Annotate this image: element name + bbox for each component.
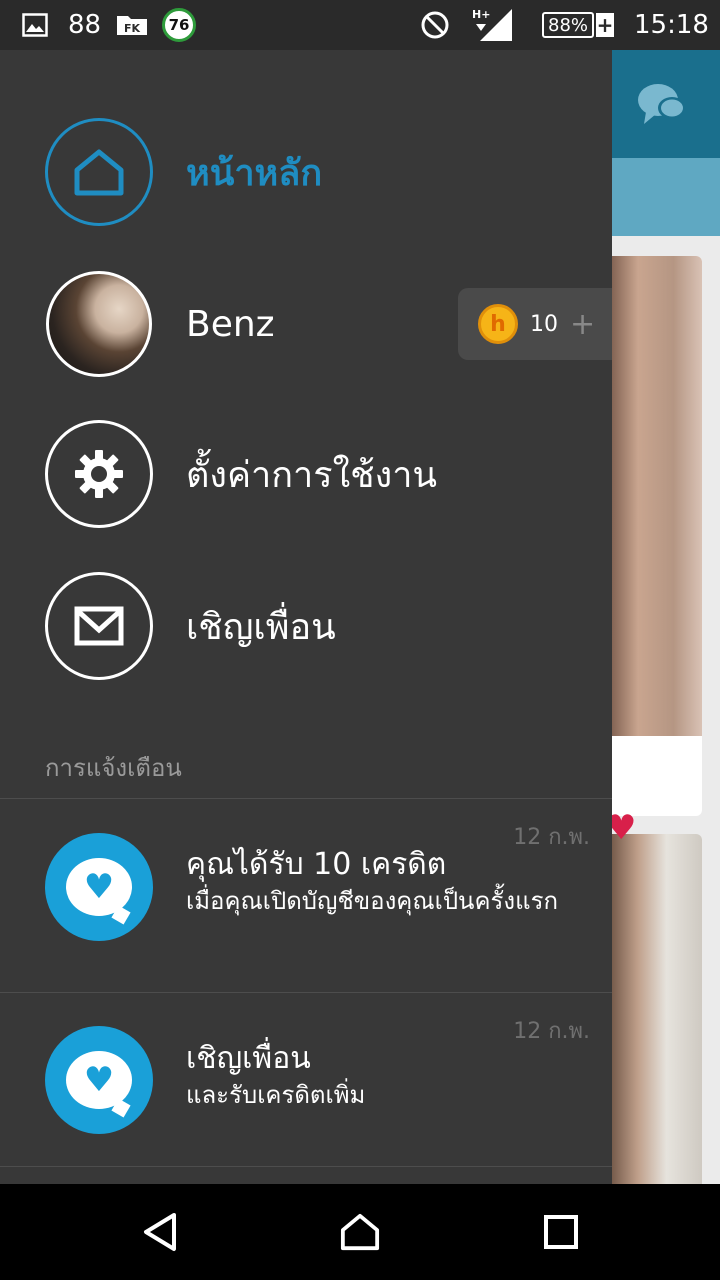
menu-label: เชิญเพื่อน bbox=[186, 606, 336, 648]
battery-icon: 88% + bbox=[542, 0, 615, 50]
clock: 15:18 bbox=[634, 10, 709, 40]
menu-item-home[interactable]: หน้าหลัก bbox=[0, 112, 612, 232]
add-credit-button[interactable]: + bbox=[570, 307, 595, 342]
home-nav-icon[interactable] bbox=[340, 1212, 380, 1252]
profile-name: Benz bbox=[186, 303, 275, 345]
notification-body: เมื่อคุณเปิดบัญชีของคุณเป็นครั้งแรก bbox=[186, 887, 559, 915]
recents-icon[interactable] bbox=[541, 1212, 581, 1252]
notifications-heading: การแจ้งเตือน bbox=[45, 754, 182, 782]
notification-item[interactable]: 12 ก.พ. ♥ เชิญเพื่อน และรับเครดิตเพิ่ม bbox=[0, 993, 612, 1167]
notification-date: 12 ก.พ. bbox=[513, 825, 590, 850]
svg-text:FK: FK bbox=[124, 22, 141, 35]
image-icon bbox=[22, 0, 48, 50]
heart-chat-icon: ♥ bbox=[45, 833, 153, 941]
menu-label: ตั้งค่าการใช้งาน bbox=[186, 454, 438, 496]
notification-item[interactable]: 12 ก.พ. ♥ คุณได้รับ 10 เครดิต เมื่อคุณเป… bbox=[0, 799, 612, 992]
divider bbox=[0, 1166, 612, 1167]
signal-icon: H+ bbox=[472, 0, 514, 50]
svg-text:H+: H+ bbox=[472, 8, 490, 21]
navigation-bar bbox=[0, 1184, 720, 1280]
do-not-disturb-icon bbox=[420, 0, 450, 50]
home-icon bbox=[45, 118, 153, 226]
navigation-drawer: หน้าหลัก Benz h 10 + ตั้งค่าการใช้งาน เช… bbox=[0, 50, 612, 1184]
menu-item-invite[interactable]: เชิญเพื่อน bbox=[0, 566, 612, 686]
chat-icon[interactable] bbox=[636, 80, 690, 132]
menu-item-settings[interactable]: ตั้งค่าการใช้งาน bbox=[0, 414, 612, 534]
menu-label: หน้าหลัก bbox=[186, 152, 323, 194]
credit-value: 10 bbox=[530, 311, 558, 337]
coin-icon: h bbox=[478, 304, 518, 344]
notification-body: และรับเครดิตเพิ่ม bbox=[186, 1081, 366, 1109]
score-badge: 76 bbox=[162, 8, 196, 42]
gear-icon bbox=[45, 420, 153, 528]
notification-count: 88 bbox=[68, 10, 102, 40]
fk-icon: FK bbox=[116, 0, 148, 50]
mail-icon bbox=[45, 572, 153, 680]
status-bar: 88 FK 76 H+ 88% + 15:18 bbox=[0, 0, 720, 50]
notification-date: 12 ก.พ. bbox=[513, 1019, 590, 1044]
heart-chat-icon: ♥ bbox=[45, 1026, 153, 1134]
credit-balance[interactable]: h 10 + bbox=[458, 288, 612, 360]
avatar bbox=[46, 271, 152, 377]
back-icon[interactable] bbox=[140, 1212, 180, 1252]
